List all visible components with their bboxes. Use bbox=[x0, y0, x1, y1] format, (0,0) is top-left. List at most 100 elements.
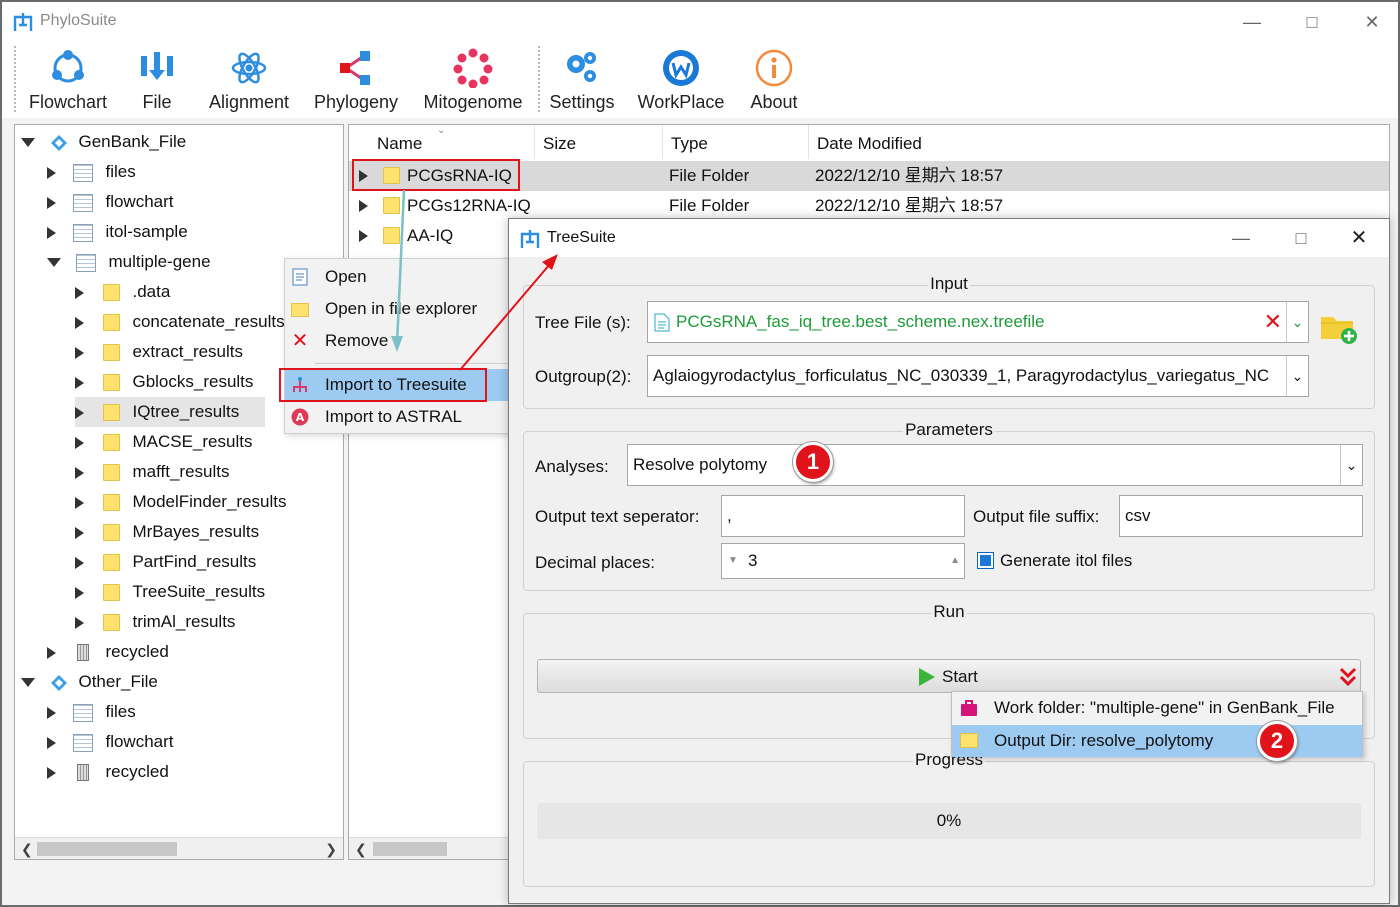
tree-item-multiple-gene[interactable]: multiple-gene bbox=[47, 247, 211, 277]
tree-item-other-file[interactable]: Other_File bbox=[21, 667, 158, 697]
toolbar-phylogeny-button[interactable]: Phylogeny bbox=[312, 48, 400, 113]
chevron-down-icon[interactable]: ⌄ bbox=[1286, 356, 1308, 396]
expand-arrow-icon[interactable] bbox=[75, 436, 84, 449]
column-header-size[interactable]: Size bbox=[535, 125, 663, 159]
tree-item-label: concatenate_results bbox=[132, 312, 285, 331]
analyses-combobox[interactable]: Resolve polytomy ⌄ bbox=[627, 444, 1363, 486]
tree-item-mafft-results[interactable]: mafft_results bbox=[75, 457, 229, 487]
dialog-close-icon[interactable]: ✕ bbox=[1339, 222, 1379, 254]
column-header-date[interactable]: Date Modified bbox=[809, 125, 1389, 159]
toolbar-mitogenome-button[interactable]: Mitogenome bbox=[420, 48, 526, 113]
scrollbar-thumb[interactable] bbox=[373, 842, 447, 856]
tree-item-modelfinder-results[interactable]: ModelFinder_results bbox=[75, 487, 286, 517]
double-chevron-down-icon[interactable] bbox=[1338, 666, 1358, 688]
menu-item-output-dir[interactable]: Output Dir: resolve_polytomy bbox=[952, 725, 1362, 757]
tree-item-concatenate-results[interactable]: concatenate_results bbox=[75, 307, 285, 337]
itol-checkbox[interactable] bbox=[977, 552, 994, 569]
close-icon[interactable]: ✕ bbox=[1352, 6, 1392, 38]
column-header-type[interactable]: Type bbox=[663, 125, 809, 159]
tree-horizontal-scrollbar[interactable]: ❮ ❯ bbox=[15, 837, 343, 859]
expand-arrow-icon[interactable] bbox=[75, 526, 84, 539]
toolbar-workplace-button[interactable]: WorkPlace bbox=[636, 48, 726, 113]
tree-item-genbank-file[interactable]: GenBank_File bbox=[21, 127, 186, 157]
menu-item-import-to-astral[interactable]: A Import to ASTRAL bbox=[285, 401, 529, 433]
tree-item-files[interactable]: files bbox=[47, 157, 136, 187]
expand-arrow-icon[interactable] bbox=[75, 406, 84, 419]
menu-item-work-folder[interactable]: Work folder: "multiple-gene" in GenBank_… bbox=[952, 692, 1362, 724]
tree-item-trimal-results[interactable]: trimAl_results bbox=[75, 607, 235, 637]
tree-item-other-flowchart[interactable]: flowchart bbox=[47, 727, 174, 757]
scroll-left-icon[interactable]: ❮ bbox=[355, 838, 367, 860]
tree-item-label: trimAl_results bbox=[132, 612, 236, 631]
expand-arrow-icon[interactable] bbox=[47, 226, 56, 239]
toolbar-file-button[interactable]: File bbox=[130, 48, 184, 113]
scroll-right-icon[interactable]: ❯ bbox=[325, 838, 337, 859]
expand-arrow-icon[interactable] bbox=[75, 586, 84, 599]
toolbar-flowchart-button[interactable]: Flowchart bbox=[26, 48, 110, 113]
expand-arrow-icon[interactable] bbox=[359, 230, 368, 242]
expand-arrow-icon[interactable] bbox=[21, 138, 35, 148]
tree-file-combobox[interactable]: PCGsRNA_fas_iq_tree.best_scheme.nex.tree… bbox=[647, 301, 1309, 343]
tree-item-extract-results[interactable]: extract_results bbox=[75, 337, 243, 367]
expand-arrow-icon[interactable] bbox=[75, 496, 84, 509]
tree-item-flowchart[interactable]: flowchart bbox=[47, 187, 174, 217]
expand-arrow-icon[interactable] bbox=[75, 316, 84, 329]
dialog-minimize-icon[interactable]: — bbox=[1221, 222, 1261, 254]
expand-arrow-icon[interactable] bbox=[47, 196, 56, 209]
scroll-left-icon[interactable]: ❮ bbox=[21, 838, 33, 859]
tree-item-label: Other_File bbox=[78, 672, 158, 691]
folder-icon bbox=[960, 733, 978, 748]
tree-item-other-files[interactable]: files bbox=[47, 697, 136, 727]
tree-item-data[interactable]: .data bbox=[75, 277, 170, 307]
expand-arrow-icon[interactable] bbox=[75, 466, 84, 479]
outgroup-combobox[interactable]: Aglaiogyrodactylus_forficulatus_NC_03033… bbox=[647, 355, 1309, 397]
expand-arrow-icon[interactable] bbox=[47, 646, 56, 659]
start-button[interactable]: Start bbox=[537, 659, 1361, 693]
spin-up-icon[interactable]: ▲ bbox=[950, 544, 960, 578]
scrollbar-thumb[interactable] bbox=[37, 842, 177, 856]
tree-item-macse-results[interactable]: MACSE_results bbox=[75, 427, 252, 457]
tree-item-recycled[interactable]: recycled bbox=[47, 637, 169, 667]
decimal-spinbox[interactable]: ▼ 3 ▲ bbox=[721, 543, 965, 579]
suffix-input[interactable]: csv bbox=[1119, 495, 1363, 537]
expand-arrow-icon[interactable] bbox=[21, 678, 35, 688]
tree-item-iqtree-results[interactable]: IQtree_results bbox=[75, 397, 265, 427]
minimize-icon[interactable]: — bbox=[1232, 6, 1272, 38]
column-header-name[interactable]: Name bbox=[369, 125, 535, 159]
toolbar-alignment-button[interactable]: Alignment bbox=[206, 48, 292, 113]
chevron-down-icon[interactable]: ⌄ bbox=[1286, 302, 1308, 342]
tree-item-gblocks-results[interactable]: Gblocks_results bbox=[75, 367, 253, 397]
expand-arrow-icon[interactable] bbox=[47, 258, 61, 268]
file-type: File Folder bbox=[669, 166, 750, 185]
tree-item-treesuite-results[interactable]: TreeSuite_results bbox=[75, 577, 265, 607]
tree-item-partfind-results[interactable]: PartFind_results bbox=[75, 547, 256, 577]
expand-arrow-icon[interactable] bbox=[47, 706, 56, 719]
expand-arrow-icon[interactable] bbox=[47, 166, 56, 179]
expand-arrow-icon[interactable] bbox=[75, 616, 84, 629]
workspace-tree[interactable]: GenBank_File files flowchart itol-sample… bbox=[14, 124, 344, 860]
expand-arrow-icon[interactable] bbox=[75, 286, 84, 299]
files-horizontal-scrollbar[interactable]: ❮ bbox=[349, 837, 509, 859]
dialog-maximize-icon[interactable]: □ bbox=[1281, 222, 1321, 254]
expand-arrow-icon[interactable] bbox=[47, 736, 56, 749]
expand-arrow-icon[interactable] bbox=[75, 556, 84, 569]
add-folder-icon[interactable] bbox=[1319, 309, 1359, 345]
tree-item-mrbayes-results[interactable]: MrBayes_results bbox=[75, 517, 259, 547]
spin-down-icon[interactable]: ▼ bbox=[728, 544, 738, 578]
maximize-icon[interactable]: □ bbox=[1292, 6, 1332, 38]
chevron-down-icon[interactable]: ⌄ bbox=[1340, 445, 1362, 485]
clear-icon[interactable]: ✕ bbox=[1264, 302, 1282, 342]
menu-item-remove[interactable]: ✕ Remove bbox=[285, 325, 529, 357]
file-row[interactable]: PCGs12RNA-IQ File Folder 2022/12/10 星期六 … bbox=[349, 191, 1389, 221]
separator-input[interactable]: , bbox=[721, 495, 965, 537]
tree-item-itol-sample[interactable]: itol-sample bbox=[47, 217, 188, 247]
expand-arrow-icon[interactable] bbox=[359, 200, 368, 212]
expand-arrow-icon[interactable] bbox=[75, 346, 84, 359]
toolbar-settings-button[interactable]: Settings bbox=[548, 48, 616, 113]
menu-item-open-in-explorer[interactable]: Open in file explorer bbox=[285, 293, 529, 325]
expand-arrow-icon[interactable] bbox=[47, 766, 56, 779]
expand-arrow-icon[interactable] bbox=[75, 376, 84, 389]
tree-item-other-recycled[interactable]: recycled bbox=[47, 757, 169, 787]
toolbar-about-button[interactable]: About bbox=[746, 48, 802, 113]
menu-item-open[interactable]: Open bbox=[285, 261, 529, 293]
